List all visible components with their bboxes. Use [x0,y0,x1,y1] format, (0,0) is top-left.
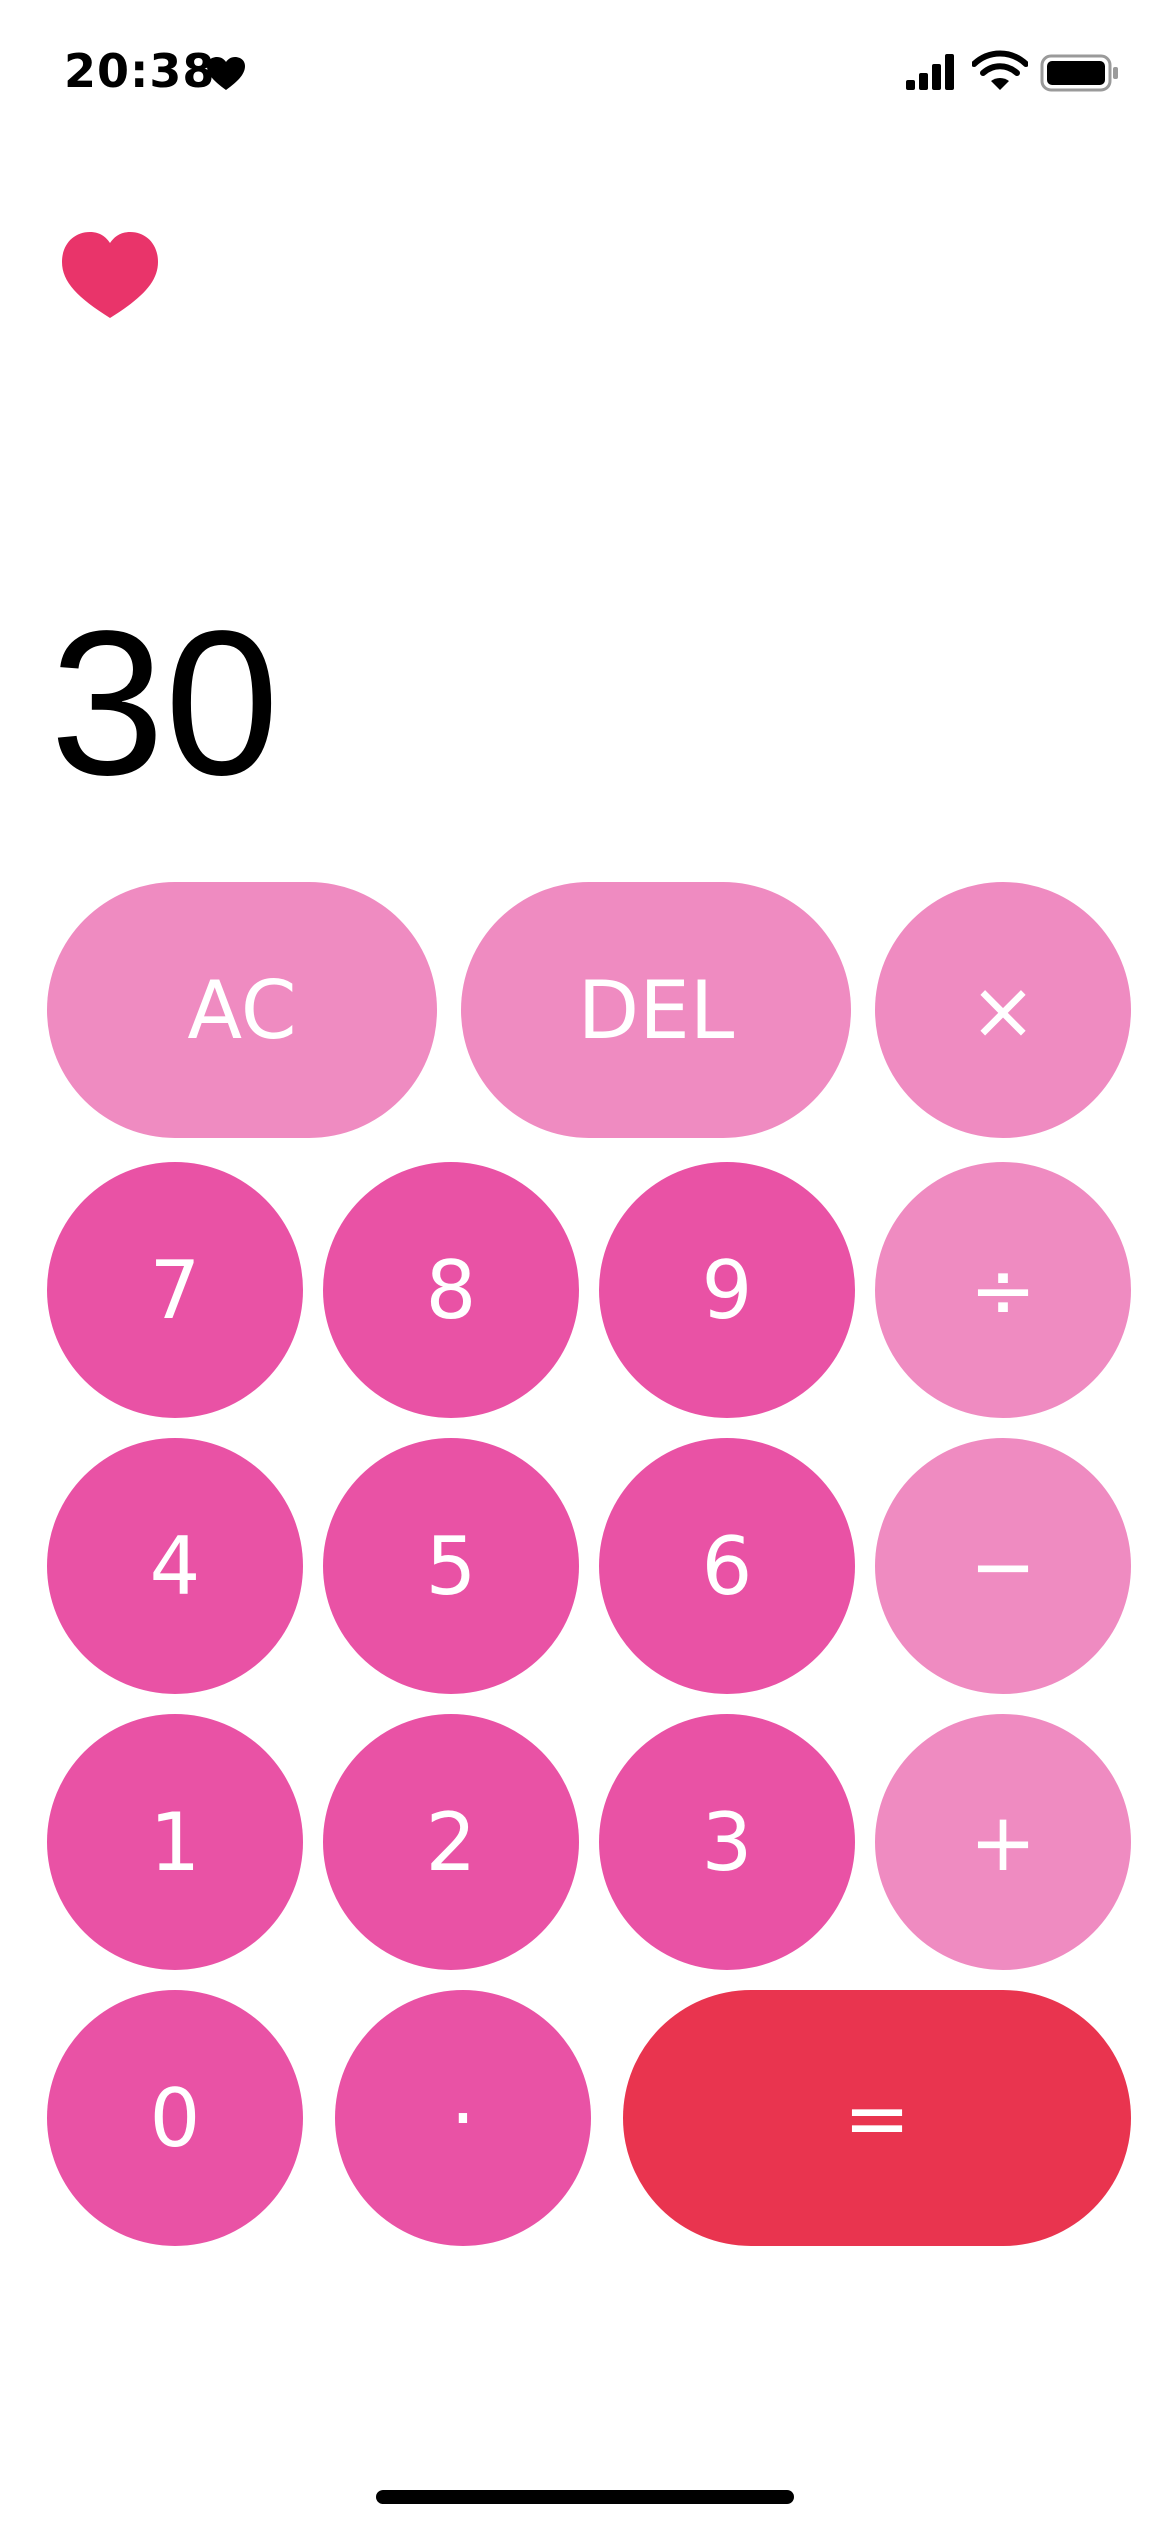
divide-button[interactable]: ÷ [875,1162,1131,1418]
equals-label: = [843,2071,911,2165]
status-time: 20:38 [64,44,216,98]
digit-9-label: 9 [701,1243,753,1337]
digit-1-label: 1 [149,1795,201,1889]
digit-6-button[interactable]: 6 [599,1438,855,1694]
decimal-label: · [450,2071,476,2165]
delete-label: DEL [577,963,735,1057]
digit-3-label: 3 [701,1795,753,1889]
heart-icon [207,57,245,90]
digit-0-label: 0 [149,2071,201,2165]
digit-1-button[interactable]: 1 [47,1714,303,1970]
status-bar: 20:38 [0,0,1170,150]
heart-icon [62,232,158,318]
digit-7-button[interactable]: 7 [47,1162,303,1418]
digit-5-button[interactable]: 5 [323,1438,579,1694]
subtract-button[interactable]: − [875,1438,1131,1694]
equals-button[interactable]: = [623,1990,1131,2246]
digit-4-button[interactable]: 4 [47,1438,303,1694]
clear-label: AC [187,963,297,1057]
add-label: + [969,1795,1037,1889]
digit-2-label: 2 [425,1795,477,1889]
decimal-button[interactable]: · [335,1990,591,2246]
home-indicator[interactable] [376,2490,794,2504]
clear-button[interactable]: AC [47,882,437,1138]
battery-icon [1040,54,1118,92]
result-display: 30 [50,588,280,818]
digit-3-button[interactable]: 3 [599,1714,855,1970]
digit-8-label: 8 [425,1243,477,1337]
digit-5-label: 5 [425,1519,477,1613]
divide-label: ÷ [969,1243,1037,1337]
digit-7-label: 7 [149,1243,201,1337]
digit-6-label: 6 [701,1519,753,1613]
add-button[interactable]: + [875,1714,1131,1970]
delete-button[interactable]: DEL [461,882,851,1138]
digit-2-button[interactable]: 2 [323,1714,579,1970]
wifi-icon [972,50,1028,90]
digit-8-button[interactable]: 8 [323,1162,579,1418]
digit-0-button[interactable]: 0 [47,1990,303,2246]
multiply-button[interactable]: × [875,882,1131,1138]
multiply-label: × [969,963,1037,1057]
digit-9-button[interactable]: 9 [599,1162,855,1418]
signal-icon [906,54,954,90]
subtract-label: − [969,1519,1037,1613]
digit-4-label: 4 [149,1519,201,1613]
